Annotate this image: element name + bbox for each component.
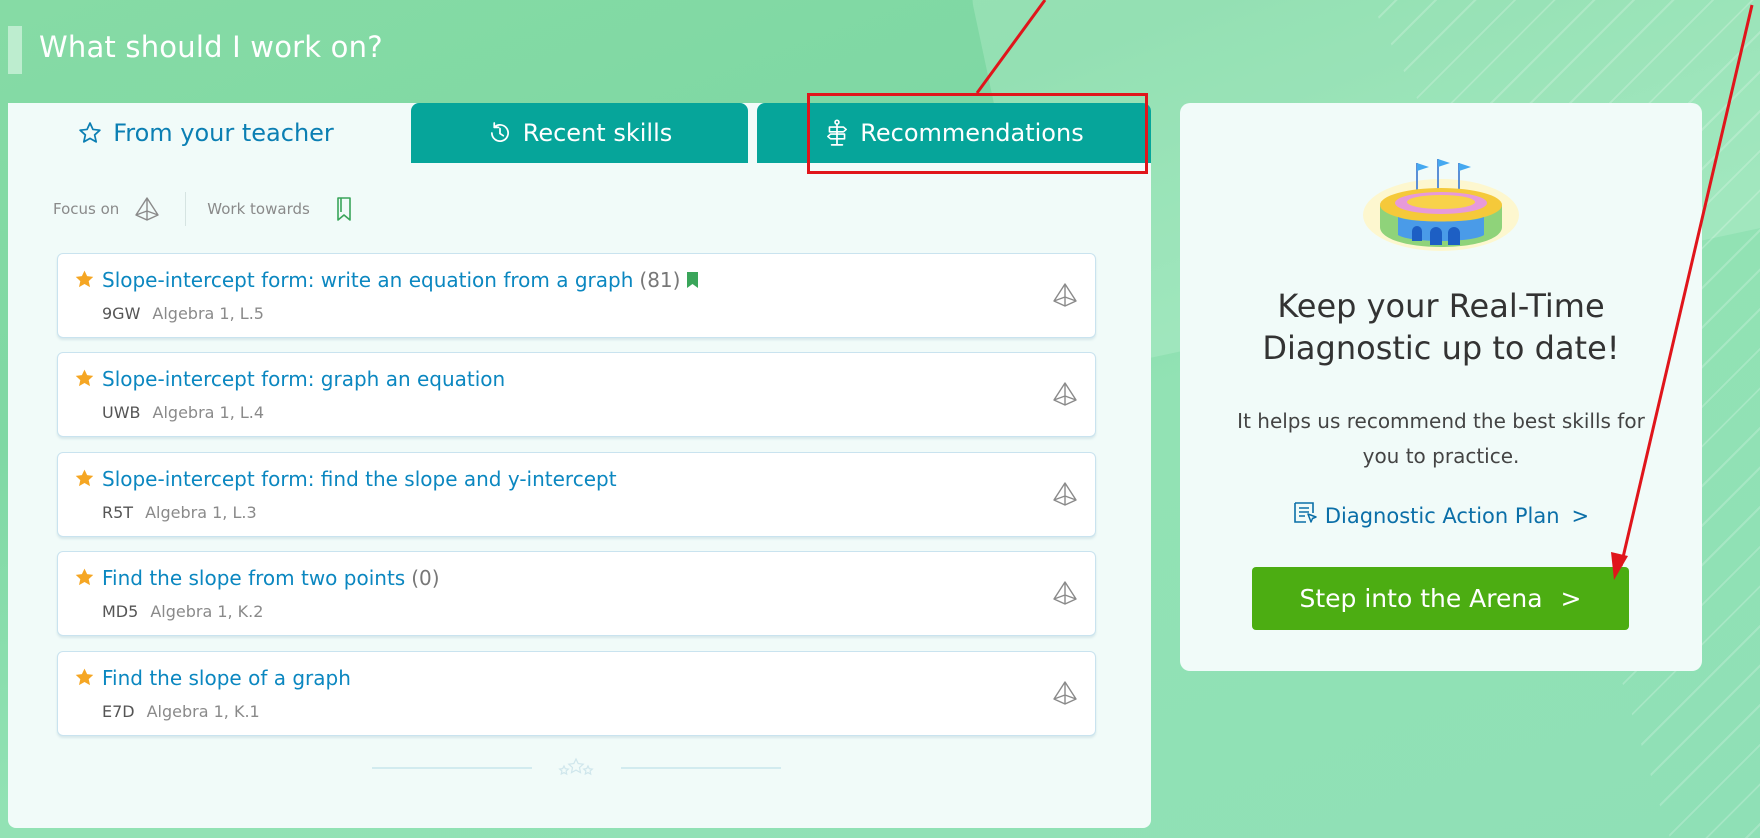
star-icon bbox=[74, 667, 95, 692]
tab-label: From your teacher bbox=[113, 119, 334, 147]
skill-grade: Algebra 1, L.4 bbox=[152, 403, 265, 422]
skill-meta: R5T Algebra 1, L.3 bbox=[102, 503, 257, 522]
skill-code: E7D bbox=[102, 702, 135, 721]
skill-meta: UWB Algebra 1, L.4 bbox=[102, 403, 264, 422]
pyramid-icon[interactable] bbox=[1051, 580, 1079, 610]
skill-code: 9GW bbox=[102, 304, 141, 323]
divider-line bbox=[372, 767, 532, 769]
skill-title[interactable]: Slope-intercept form: find the slope and… bbox=[102, 467, 617, 491]
pyramid-icon[interactable] bbox=[1051, 680, 1079, 710]
page-background: What should I work on? From your teacher… bbox=[0, 0, 1760, 838]
skill-meta: E7D Algebra 1, K.1 bbox=[102, 702, 260, 721]
skill-row[interactable]: Slope-intercept form: write an equation … bbox=[57, 253, 1096, 338]
divider-line bbox=[621, 767, 781, 769]
star-icon bbox=[74, 368, 95, 393]
arena-stadium-icon bbox=[1360, 153, 1522, 261]
star-icon bbox=[74, 468, 95, 493]
pyramid-icon[interactable] bbox=[1051, 481, 1079, 511]
skill-row[interactable]: Slope-intercept form: find the slope and… bbox=[57, 452, 1096, 537]
skill-code: R5T bbox=[102, 503, 134, 522]
diagnostic-card: Keep your Real-Time Diagnostic up to dat… bbox=[1180, 103, 1702, 671]
skill-grade: Algebra 1, L.5 bbox=[152, 304, 264, 323]
page-title: What should I work on? bbox=[39, 30, 383, 64]
pyramid-icon[interactable] bbox=[133, 196, 161, 222]
skill-title[interactable]: Slope-intercept form: write an equation … bbox=[102, 268, 699, 293]
bookmark-outline-icon[interactable] bbox=[336, 197, 352, 221]
skill-grade: Algebra 1, K.2 bbox=[150, 602, 264, 621]
diagnostic-description: It helps us recommend the best skills fo… bbox=[1237, 409, 1645, 468]
skill-row[interactable]: Find the slope from two points (0) MD5 Alg… bbox=[57, 551, 1096, 636]
filter-divider bbox=[185, 192, 187, 226]
diagnostic-title: Keep your Real-Time Diagnostic up to dat… bbox=[1262, 287, 1620, 367]
step-into-arena-button[interactable]: Step into the Arena > bbox=[1252, 567, 1629, 630]
pyramid-icon[interactable] bbox=[1051, 381, 1079, 411]
chevron-right-icon: > bbox=[1560, 584, 1582, 613]
tab-recommendations[interactable]: Recommendations bbox=[757, 103, 1151, 163]
skill-title[interactable]: Find the slope from two points (0) bbox=[102, 566, 440, 590]
tab-from-your-teacher[interactable]: From your teacher bbox=[8, 103, 403, 163]
heading-accent-bar bbox=[8, 26, 22, 74]
filter-bar: Focus on Work towards bbox=[53, 192, 352, 226]
skill-code: MD5 bbox=[102, 602, 139, 621]
pyramid-icon[interactable] bbox=[1051, 282, 1079, 312]
skill-meta: MD5 Algebra 1, K.2 bbox=[102, 602, 263, 621]
action-plan-label: Diagnostic Action Plan bbox=[1324, 503, 1560, 528]
skill-title[interactable]: Slope-intercept form: graph an equation bbox=[102, 367, 505, 391]
skill-title[interactable]: Find the slope of a graph bbox=[102, 666, 351, 690]
bookmark-icon bbox=[687, 269, 699, 293]
skill-count: (81) bbox=[639, 268, 681, 292]
tab-label: Recent skills bbox=[522, 119, 673, 147]
skill-grade: Algebra 1, L.3 bbox=[145, 503, 257, 522]
diagnostic-action-plan-link[interactable]: Diagnostic Action Plan > bbox=[1180, 501, 1702, 530]
work-towards-label: Work towards bbox=[207, 200, 310, 218]
list-end-divider bbox=[372, 756, 781, 780]
chevron-right-icon: > bbox=[1571, 503, 1590, 528]
skill-code: UWB bbox=[102, 403, 141, 422]
star-outline-icon bbox=[77, 120, 103, 146]
stars-decoration-icon bbox=[556, 756, 596, 784]
skill-meta: 9GW Algebra 1, L.5 bbox=[102, 304, 264, 323]
tab-label: Recommendations bbox=[860, 119, 1084, 147]
signpost-icon bbox=[824, 119, 850, 147]
tab-recent-skills[interactable]: Recent skills bbox=[411, 103, 748, 163]
star-icon bbox=[74, 567, 95, 592]
action-plan-icon bbox=[1293, 501, 1319, 530]
skill-count: (0) bbox=[411, 566, 440, 590]
skill-row[interactable]: Slope-intercept form: graph an equation … bbox=[57, 352, 1096, 437]
history-clock-icon bbox=[487, 120, 513, 146]
skill-grade: Algebra 1, K.1 bbox=[146, 702, 260, 721]
button-label: Step into the Arena bbox=[1299, 584, 1543, 613]
star-icon bbox=[74, 269, 95, 294]
skill-row[interactable]: Find the slope of a graph E7D Algebra 1, … bbox=[57, 651, 1096, 736]
focus-on-label: Focus on bbox=[53, 200, 120, 218]
